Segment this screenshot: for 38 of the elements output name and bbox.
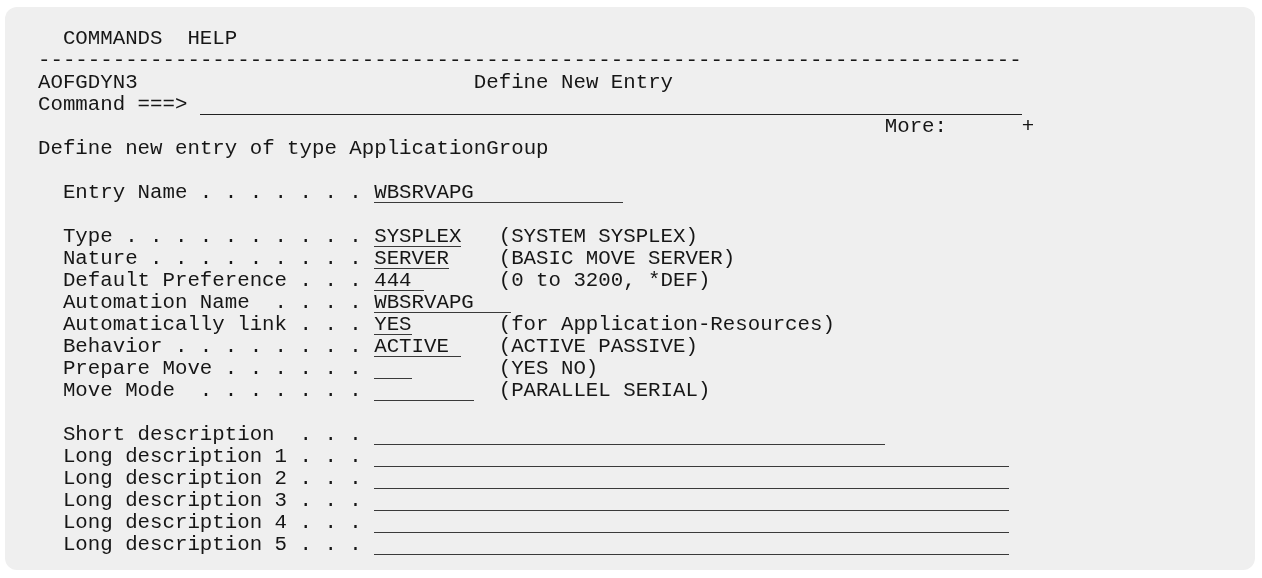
more-indicator: + [1021,116,1035,138]
intro-text: Define new entry of type ApplicationGroup [38,138,549,160]
input-field[interactable]: YES [374,314,412,335]
panel-id: AOFGDYN3 [38,72,139,94]
menu-item[interactable]: HELP [187,28,238,50]
field-label: Long description 4 . . . [62,512,363,534]
hint-text: (YES NO) [498,358,599,380]
field-label: Nature . . . . . . . . . [62,248,363,270]
field-label: Behavior . . . . . . . . [62,336,363,358]
more-label: More: [884,116,948,138]
separator-dashes: ------------------------------------------------------------------------------- [38,50,1022,72]
field-label: Move Mode . . . . . . . [62,380,363,402]
field-label: Automatically link . . . [62,314,363,336]
field-label: Automation Name . . . . [62,292,363,314]
hint-text: (for Application-Resources) [498,314,835,336]
panel-title: Define New Entry [473,72,674,94]
hint-text: (SYSTEM SYSPLEX) [498,226,698,248]
hint-text: (0 to 3200, *DEF) [498,270,711,292]
field-label: Long description 1 . . . [62,446,363,468]
menu-item[interactable]: COMMANDS [62,28,163,50]
input-field[interactable]: WBSRVAPG [374,292,512,313]
field-label: Entry Name . . . . . . . [62,182,363,204]
field-label: Type . . . . . . . . . . [62,226,363,248]
hint-text: (BASIC MOVE SERVER) [498,248,736,270]
field-label: Short description . . . [62,424,363,446]
field-label: Long description 5 . . . [62,534,363,556]
input-field[interactable]: 444 [374,270,424,291]
field-label: Long description 2 . . . [62,468,363,490]
field-label: Prepare Move . . . . . . [62,358,363,380]
input-field[interactable]: WBSRVAPG [374,182,624,203]
field-label: Long description 3 . . . [62,490,363,512]
field-label: Default Preference . . . [62,270,363,292]
input-field[interactable]: SYSPLEX [374,226,462,247]
hint-text: (PARALLEL SERIAL) [498,380,711,402]
command-label: Command ===> [38,94,189,116]
input-field[interactable]: SERVER [374,248,449,269]
input-field[interactable]: ACTIVE [374,336,462,357]
hint-text: (ACTIVE PASSIVE) [498,336,698,358]
